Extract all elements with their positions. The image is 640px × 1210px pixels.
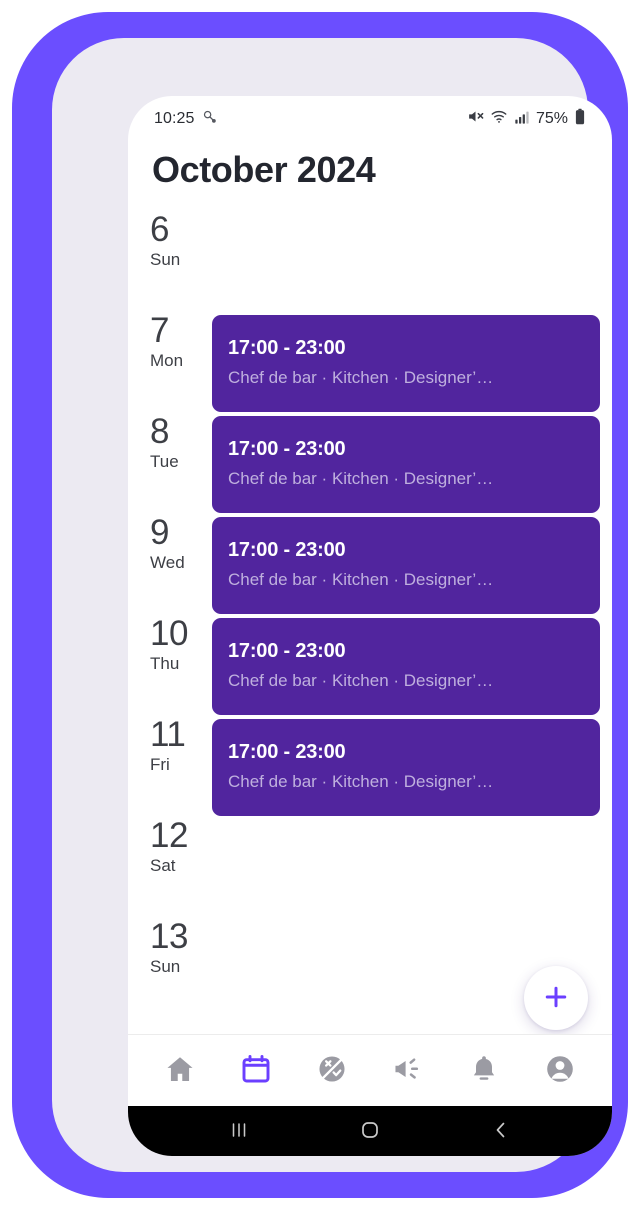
wifi-icon	[490, 108, 508, 130]
availability-icon	[316, 1053, 348, 1088]
agenda-day-name: Sun	[150, 957, 181, 977]
agenda-day-number: 10	[150, 613, 188, 653]
nav-announcements-button[interactable]	[386, 1047, 430, 1094]
agenda-day-number: 8	[150, 411, 169, 451]
agenda-day-number: 13	[150, 916, 188, 956]
event-card[interactable]: 17:00 - 23:00 Chef de bar · Kitchen · Des…	[212, 415, 600, 513]
event-time: 17:00 - 23:00	[228, 438, 346, 461]
mute-icon	[467, 108, 484, 130]
recents-icon	[227, 1119, 251, 1144]
agenda-date-cell: 11 Fri	[128, 714, 212, 776]
agenda-day-name: Thu	[150, 654, 180, 674]
back-icon	[489, 1118, 513, 1145]
calendar-icon	[240, 1053, 272, 1088]
bottom-nav	[128, 1034, 612, 1106]
agenda-day-name: Tue	[150, 452, 179, 472]
event-card[interactable]: 17:00 - 23:00 Chef de bar · Kitchen · Des…	[212, 314, 600, 412]
battery-icon	[574, 108, 586, 130]
megaphone-icon	[392, 1053, 424, 1088]
agenda-day-number: 6	[150, 209, 169, 249]
agenda-day-number: 11	[150, 714, 186, 754]
add-event-fab[interactable]	[524, 966, 588, 1030]
app-header: October 2024	[128, 136, 612, 198]
agenda-date-cell: 9 Wed	[128, 512, 212, 574]
back-button[interactable]	[479, 1114, 523, 1149]
agenda-day-number: 7	[150, 310, 169, 350]
page-title: October 2024	[152, 149, 376, 190]
agenda-date-cell: 13 Sun	[128, 916, 212, 978]
agenda-event-cell: 17:00 - 23:00 Chef de bar · Kitchen · Des…	[212, 717, 612, 816]
agenda-day-number: 9	[150, 512, 169, 552]
status-bar-left: 10:25	[154, 109, 217, 129]
agenda-row[interactable]: 10 Thu 17:00 - 23:00 Chef de bar · Kitchen …	[128, 613, 612, 717]
agenda-day-name: Sun	[150, 250, 181, 270]
agenda-event-cell: 17:00 - 23:00 Chef de bar · Kitchen · Des…	[212, 313, 612, 412]
status-bar: 10:25 75%	[128, 96, 612, 136]
agenda-date-cell: 8 Tue	[128, 411, 212, 473]
nav-availability-button[interactable]	[310, 1047, 354, 1094]
agenda-day-number: 12	[150, 815, 188, 855]
agenda-date-cell: 10 Thu	[128, 613, 212, 675]
agenda-date-cell: 7 Mon	[128, 310, 212, 372]
event-card[interactable]: 17:00 - 23:00 Chef de bar · Kitchen · Des…	[212, 516, 600, 614]
account-icon	[544, 1053, 576, 1088]
agenda-event-cell: 17:00 - 23:00 Chef de bar · Kitchen · Des…	[212, 414, 612, 513]
agenda-day-name: Sat	[150, 856, 176, 876]
phone-screen: 10:25 75% October 2024 6 Sun 7 Mon 17:00…	[128, 96, 612, 1156]
event-subtitle: Chef de bar · Kitchen · Designer’…	[228, 671, 494, 691]
agenda-row[interactable]: 7 Mon 17:00 - 23:00 Chef de bar · Kitchen ·…	[128, 310, 612, 414]
agenda-row[interactable]: 8 Tue 17:00 - 23:00 Chef de bar · Kitchen ·…	[128, 411, 612, 515]
agenda-row[interactable]: 11 Fri 17:00 - 23:00 Chef de bar · Kitchen …	[128, 714, 612, 818]
nav-notifications-button[interactable]	[462, 1047, 506, 1094]
event-time: 17:00 - 23:00	[228, 741, 346, 764]
event-subtitle: Chef de bar · Kitchen · Designer’…	[228, 570, 494, 590]
phone-bezel: 10:25 75% October 2024 6 Sun 7 Mon 17:00…	[52, 38, 612, 1172]
nav-calendar-button[interactable]	[234, 1047, 278, 1094]
event-time: 17:00 - 23:00	[228, 640, 346, 663]
system-nav-bar	[128, 1106, 612, 1156]
agenda-event-cell	[212, 818, 612, 910]
agenda-event-cell: 17:00 - 23:00 Chef de bar · Kitchen · Des…	[212, 616, 612, 715]
agenda-day-name: Mon	[150, 351, 184, 371]
event-subtitle: Chef de bar · Kitchen · Designer’…	[228, 469, 494, 489]
home-icon	[164, 1053, 196, 1088]
event-subtitle: Chef de bar · Kitchen · Designer’…	[228, 368, 494, 388]
bell-icon	[468, 1053, 500, 1088]
agenda-row[interactable]: 12 Sat	[128, 815, 612, 919]
nav-account-button[interactable]	[538, 1047, 582, 1094]
signal-bars-icon	[514, 109, 530, 130]
home-button[interactable]	[348, 1114, 392, 1149]
status-bar-right: 75%	[467, 108, 586, 130]
agenda-date-cell: 6 Sun	[128, 209, 212, 271]
agenda-date-cell: 12 Sat	[128, 815, 212, 877]
agenda-event-cell	[212, 212, 612, 304]
recents-button[interactable]	[217, 1115, 261, 1148]
agenda-list[interactable]: 6 Sun 7 Mon 17:00 - 23:00 Chef de bar · Kitch…	[128, 198, 612, 1020]
plus-icon	[541, 982, 571, 1015]
agenda-day-name: Fri	[150, 755, 170, 775]
home-circle-icon	[358, 1118, 382, 1145]
location-pin-icon	[202, 109, 217, 129]
event-subtitle: Chef de bar · Kitchen · Designer’…	[228, 772, 494, 792]
agenda-row[interactable]: 9 Wed 17:00 - 23:00 Chef de bar · Kitchen ·…	[128, 512, 612, 616]
event-card[interactable]: 17:00 - 23:00 Chef de bar · Kitchen · Des…	[212, 718, 600, 816]
agenda-row[interactable]: 6 Sun	[128, 209, 612, 313]
status-time: 10:25	[154, 110, 195, 127]
event-time: 17:00 - 23:00	[228, 337, 346, 360]
nav-home-button[interactable]	[158, 1047, 202, 1094]
agenda-event-cell: 17:00 - 23:00 Chef de bar · Kitchen · Des…	[212, 515, 612, 614]
event-time: 17:00 - 23:00	[228, 539, 346, 562]
agenda-day-name: Wed	[150, 553, 185, 573]
battery-percent: 75%	[535, 110, 568, 127]
phone-frame: 10:25 75% October 2024 6 Sun 7 Mon 17:00…	[12, 12, 628, 1198]
event-card[interactable]: 17:00 - 23:00 Chef de bar · Kitchen · Des…	[212, 617, 600, 715]
